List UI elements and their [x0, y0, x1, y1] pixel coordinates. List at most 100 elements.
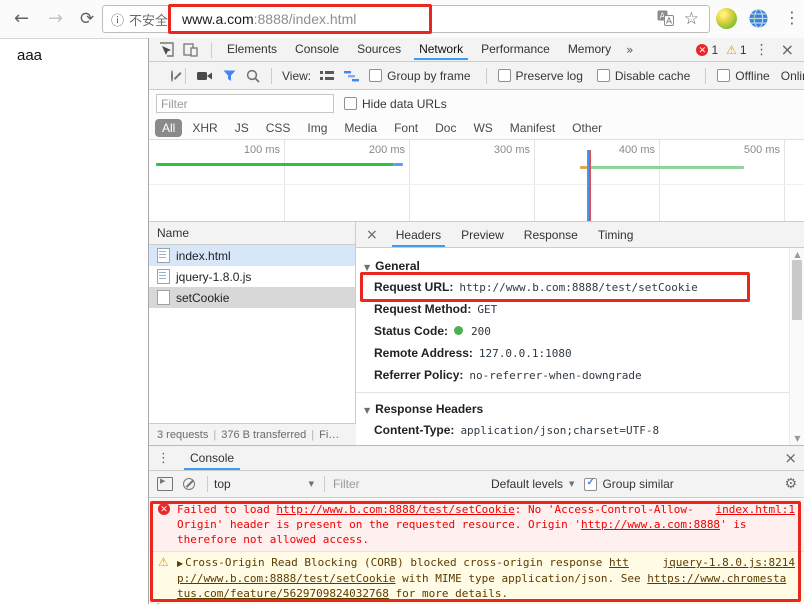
console-message-error[interactable]: ✕ index.html:1 Failed to load http://www.b… [149, 499, 804, 552]
column-header-name[interactable]: Name [149, 222, 355, 245]
message-source-link[interactable]: jquery-1.8.0.js:8214 [663, 555, 795, 570]
type-filter-all[interactable]: All [155, 119, 183, 137]
console-link[interactable]: http://www.a.com:8888 [581, 518, 720, 531]
header-field-value: 127.0.0.1:1080 [478, 347, 572, 360]
console-sidebar-icon[interactable] [157, 477, 173, 491]
type-filter-manifest[interactable]: Manifest [503, 119, 562, 137]
network-overview[interactable]: 100 ms 200 ms 300 ms 400 ms 500 ms [149, 140, 804, 222]
type-filter-ws[interactable]: WS [466, 119, 499, 137]
request-row[interactable]: index.html [149, 245, 355, 266]
console-link[interactable]: tus.com/feature/5629709824032768 [177, 587, 389, 600]
tab-sources[interactable]: Sources [348, 38, 410, 60]
disable-cache-checkbox[interactable]: Disable cache [596, 69, 694, 83]
scroll-up-icon[interactable]: ▲ [790, 250, 804, 259]
console-link[interactable]: http://www.b.com:8888/test/setCookie [276, 503, 514, 516]
console-prompt-chevron[interactable]: > [157, 599, 164, 604]
scrollbar-thumb[interactable] [792, 260, 802, 320]
reload-icon[interactable]: ⟳ [80, 7, 94, 31]
console-link[interactable]: p://www.b.com:8888/test/setCookie [177, 572, 396, 585]
message-source-link[interactable]: index.html:1 [716, 502, 795, 517]
scroll-down-icon[interactable]: ▼ [790, 434, 804, 443]
translate-icon[interactable]: A [657, 10, 674, 29]
overview-tick-label: 400 ms [618, 144, 655, 156]
tab-console[interactable]: Console [286, 38, 348, 60]
offline-box[interactable] [717, 69, 731, 82]
tab-response[interactable]: Response [514, 223, 588, 247]
url-text[interactable]: www.a.com:8888/index.html [182, 11, 356, 27]
console-filter-input[interactable] [331, 476, 435, 492]
tab-performance[interactable]: Performance [472, 38, 559, 60]
group-by-frame-box[interactable] [369, 69, 383, 82]
address-bar[interactable]: ⓘ 不安全 www.a.com:8888/index.html A ☆ [102, 5, 710, 33]
search-icon[interactable] [246, 69, 260, 83]
throttling-dropdown[interactable]: Online [781, 69, 804, 83]
browser-menu-icon[interactable]: ⋮ [784, 8, 800, 27]
tab-preview[interactable]: Preview [451, 223, 514, 247]
more-tabs-icon[interactable]: » [620, 43, 639, 57]
device-toolbar-icon[interactable] [181, 41, 199, 59]
back-icon[interactable]: ← [14, 7, 29, 31]
clear-icon[interactable] [171, 69, 173, 82]
tab-timing[interactable]: Timing [588, 223, 644, 247]
context-selector[interactable]: top ▼ [214, 477, 318, 491]
tab-headers[interactable]: Headers [386, 223, 451, 247]
type-filter-font[interactable]: Font [387, 119, 425, 137]
section-title[interactable]: ▼ Response Headers [356, 399, 790, 419]
group-similar-checkbox[interactable]: Group similar [584, 477, 677, 491]
request-row[interactable]: setCookie [149, 287, 355, 308]
type-filter-js[interactable]: JS [228, 119, 256, 137]
inspect-element-icon[interactable] [157, 41, 175, 59]
console-message-warning[interactable]: ⚠ jquery-1.8.0.js:8214 ▶ Cross-Origin Read … [149, 552, 804, 604]
type-filter-xhr[interactable]: XHR [185, 119, 224, 137]
request-row[interactable]: jquery-1.8.0.js [149, 266, 355, 287]
bookmark-star-icon[interactable]: ☆ [684, 9, 699, 29]
devtools-close-icon[interactable]: × [777, 40, 798, 59]
hide-data-urls-label: Hide data URLs [362, 96, 447, 111]
preserve-log-checkbox[interactable]: Preserve log [497, 69, 587, 83]
section-title[interactable]: ▼ General [356, 256, 790, 276]
network-filter-input[interactable] [156, 94, 334, 113]
type-filter-css[interactable]: CSS [259, 119, 298, 137]
console-close-icon[interactable]: × [776, 449, 804, 467]
devtools-menu-icon[interactable]: ⋮ [755, 42, 769, 58]
type-filter-img[interactable]: Img [300, 119, 334, 137]
group-similar-box[interactable] [584, 477, 598, 491]
console-link[interactable]: htt [609, 556, 629, 569]
type-filter-media[interactable]: Media [337, 119, 384, 137]
extension-icon-yellow[interactable] [716, 8, 737, 29]
detail-scrollbar[interactable]: ▲ ▼ [789, 248, 804, 445]
detail-close-icon[interactable]: × [362, 227, 386, 243]
tab-elements[interactable]: Elements [218, 38, 286, 60]
type-filter-doc[interactable]: Doc [428, 119, 463, 137]
filter-funnel-icon[interactable] [223, 70, 236, 82]
error-badge-icon[interactable]: ✕ [696, 43, 709, 56]
tab-memory[interactable]: Memory [559, 38, 620, 60]
drawer-menu-icon[interactable]: ⋮ [157, 451, 170, 466]
group-by-frame-checkbox[interactable]: Group by frame [369, 69, 474, 83]
type-filter-other[interactable]: Other [565, 119, 609, 137]
console-text: Failed to load [177, 503, 277, 516]
warning-badge-icon[interactable]: ⚠ [726, 43, 737, 57]
header-field-label: Content-Type: [374, 423, 455, 437]
forward-icon[interactable]: → [48, 7, 63, 31]
screenshot-capture-icon[interactable] [197, 70, 213, 82]
console-link[interactable]: https://www.chromesta [647, 572, 786, 585]
console-settings-gear-icon[interactable]: ⚙ [784, 476, 797, 492]
expand-triangle-icon[interactable]: ▶ [177, 559, 183, 568]
info-icon[interactable]: ⓘ [111, 10, 124, 29]
preserve-log-box[interactable] [497, 69, 511, 82]
hide-data-urls-box[interactable] [344, 97, 357, 110]
log-levels-dropdown[interactable]: Default levels ▼ [491, 477, 574, 491]
console-clear-icon[interactable] [183, 478, 195, 490]
hide-data-urls-checkbox[interactable]: Hide data URLs [344, 97, 451, 111]
extension-icon-globe[interactable] [748, 8, 769, 29]
page-content: aaa [0, 39, 147, 604]
tab-console-drawer[interactable]: Console [182, 446, 242, 470]
console-text: therefore not allowed access. [177, 533, 370, 546]
browser-toolbar: ← → ⟳ ⓘ 不安全 www.a.com:8888/index.html A … [0, 0, 804, 39]
offline-checkbox[interactable]: Offline [717, 69, 773, 83]
view-waterfall-icon[interactable] [344, 70, 360, 82]
view-list-icon[interactable] [320, 70, 335, 82]
disable-cache-box[interactable] [596, 69, 610, 82]
tab-network[interactable]: Network [410, 38, 472, 60]
